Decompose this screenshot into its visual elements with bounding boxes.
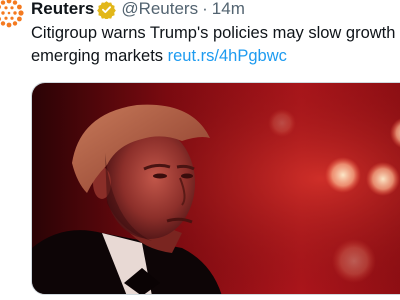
reuters-logo-icon [0,0,32,36]
news-photo-image [32,83,400,294]
timestamp[interactable]: 14m [212,0,245,19]
tweet-text-line-2-prefix: emerging markets [31,47,168,65]
tweet-text: Citigroup warns Trump's policies may slo… [31,22,400,68]
verified-badge-icon[interactable] [97,0,117,19]
author-name[interactable]: Reuters [31,0,94,19]
tweet-link[interactable]: reut.rs/4hPgbwc [168,47,287,65]
tweet-media-image[interactable] [31,82,400,295]
author-handle[interactable]: @Reuters [121,0,198,19]
separator-dot: · [202,0,208,18]
avatar[interactable] [0,0,32,36]
tweet-text-line-2: emerging markets reut.rs/4hPgbwc [31,45,400,68]
tweet-text-line-1: Citigroup warns Trump's policies may slo… [31,24,396,42]
tweet-header: Reuters @Reuters · 14m [31,0,245,20]
